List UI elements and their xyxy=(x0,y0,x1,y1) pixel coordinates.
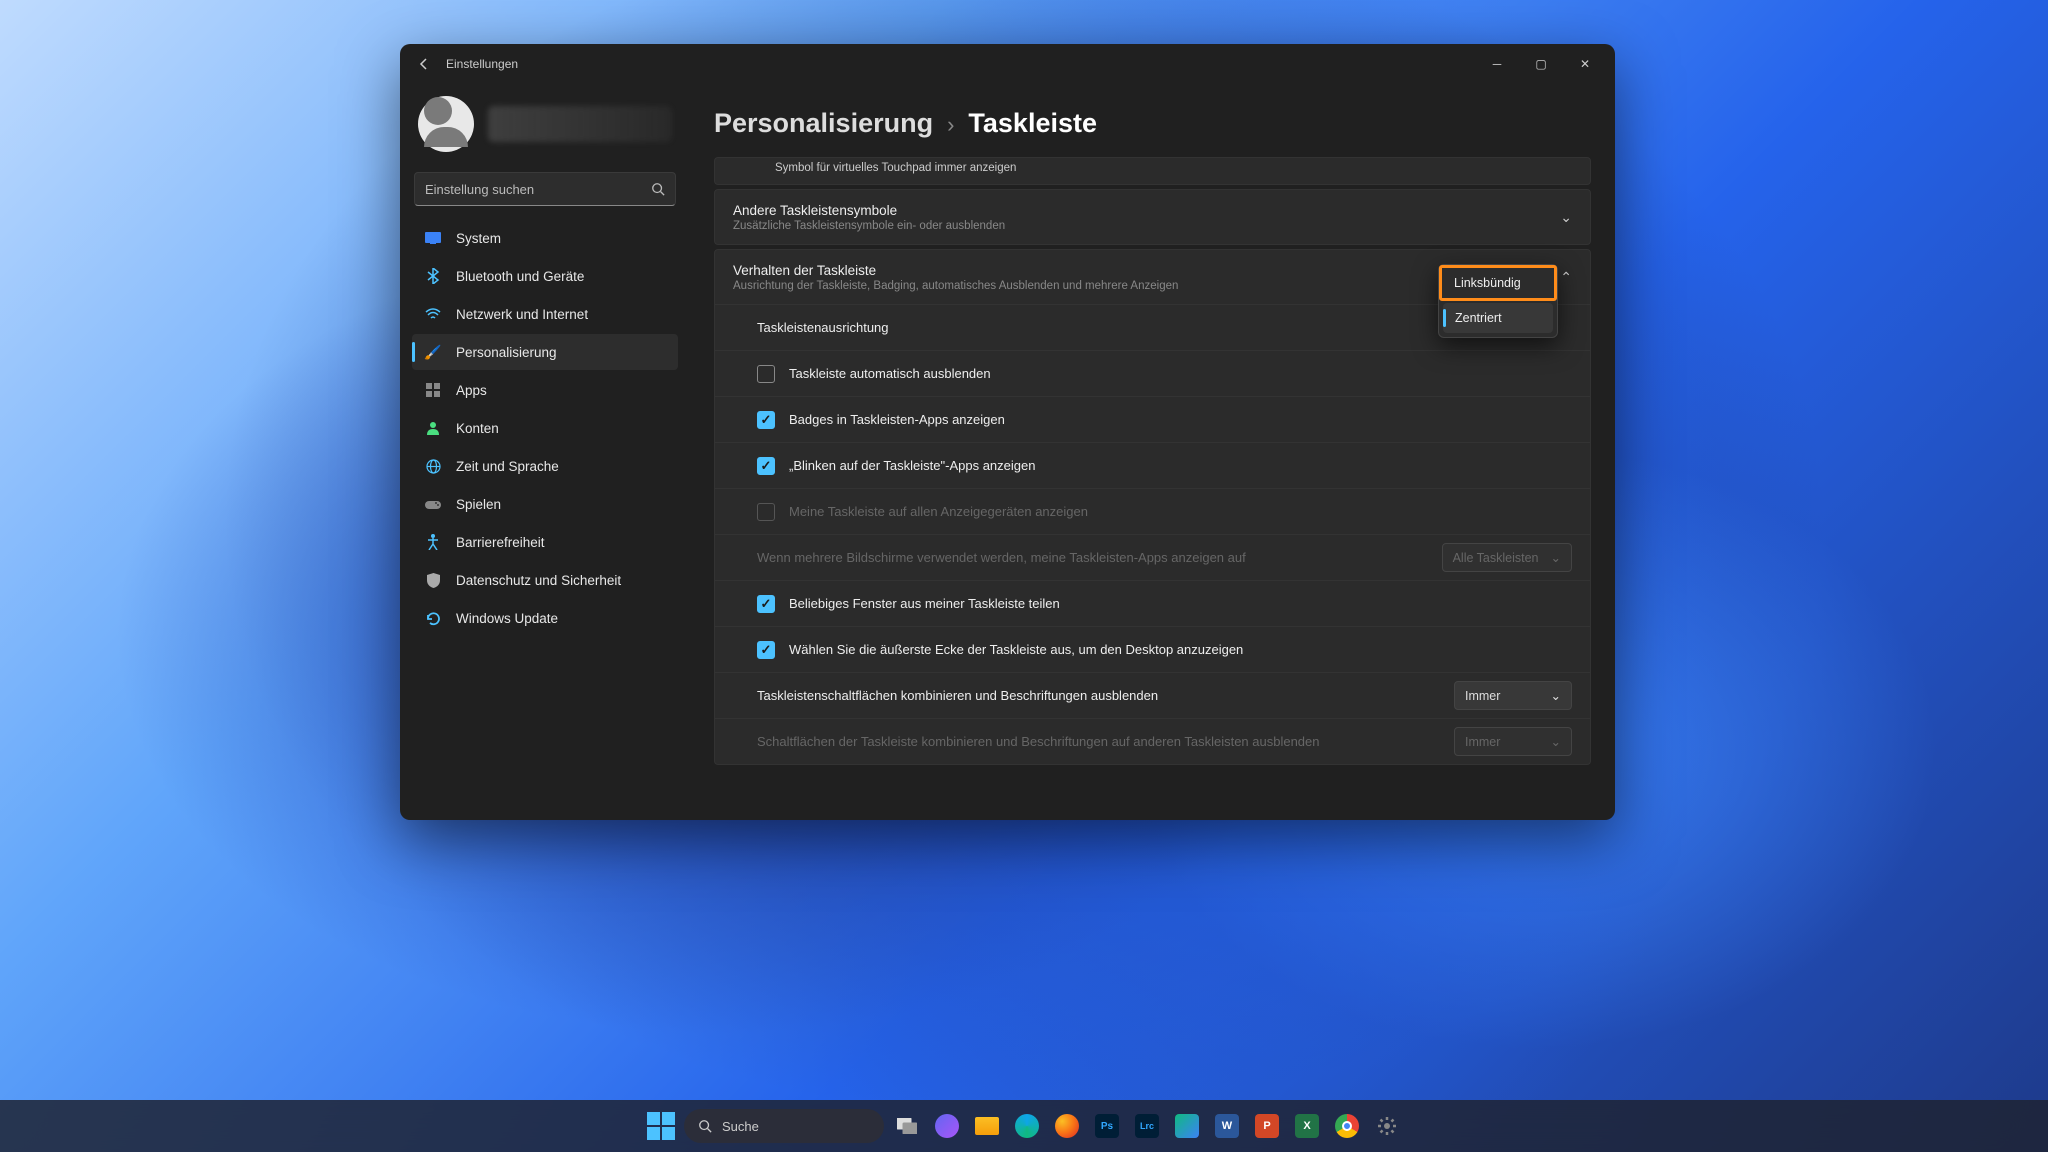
start-button[interactable] xyxy=(644,1109,678,1143)
app-icon-2[interactable] xyxy=(1170,1109,1204,1143)
settings-window: Einstellungen ─ ▢ ✕ System Bluetooth und… xyxy=(400,44,1615,820)
checkbox-checked[interactable]: ✓ xyxy=(757,595,775,613)
breadcrumb: Personalisierung › Taskleiste xyxy=(714,84,1591,157)
checkbox-checked[interactable]: ✓ xyxy=(757,641,775,659)
accessibility-icon xyxy=(424,533,442,551)
chevron-down-icon: ⌄ xyxy=(1560,209,1572,226)
nav-network[interactable]: Netzwerk und Internet xyxy=(412,296,678,332)
alignment-dropdown-menu: Linksbündig Zentriert xyxy=(1438,264,1558,338)
window-title: Einstellungen xyxy=(446,57,518,71)
avatar xyxy=(418,96,474,152)
edge-icon[interactable] xyxy=(1010,1109,1044,1143)
photoshop-icon[interactable]: Ps xyxy=(1090,1109,1124,1143)
checkbox-disabled xyxy=(757,503,775,521)
checkbox-checked[interactable]: ✓ xyxy=(757,457,775,475)
update-icon xyxy=(424,609,442,627)
search-input[interactable] xyxy=(425,182,651,197)
checkbox-checked[interactable]: ✓ xyxy=(757,411,775,429)
brush-icon: 🖌️ xyxy=(424,343,442,361)
taskbar[interactable]: Suche Ps Lrc W P X xyxy=(0,1100,2048,1152)
nav-system[interactable]: System xyxy=(412,220,678,256)
chrome-icon[interactable] xyxy=(1330,1109,1364,1143)
chevron-up-icon: ⌃ xyxy=(1560,269,1572,286)
nav-time-language[interactable]: Zeit und Sprache xyxy=(412,448,678,484)
firefox-icon[interactable] xyxy=(1050,1109,1084,1143)
word-icon[interactable]: W xyxy=(1210,1109,1244,1143)
breadcrumb-parent[interactable]: Personalisierung xyxy=(714,108,933,139)
flashing-row[interactable]: ✓ „Blinken auf der Taskleiste"-Apps anze… xyxy=(715,442,1590,488)
behavior-panel: Verhalten der Taskleiste Ausrichtung der… xyxy=(714,249,1591,765)
accounts-icon xyxy=(424,419,442,437)
nav-privacy[interactable]: Datenschutz und Sicherheit xyxy=(412,562,678,598)
multi-monitor-row: Wenn mehrere Bildschirme verwendet werde… xyxy=(715,534,1590,580)
nav-bluetooth[interactable]: Bluetooth und Geräte xyxy=(412,258,678,294)
combine-other-row: Schaltflächen der Taskleiste kombinieren… xyxy=(715,718,1590,764)
lightroom-icon[interactable]: Lrc xyxy=(1130,1109,1164,1143)
maximize-button[interactable]: ▢ xyxy=(1519,49,1563,79)
apps-icon xyxy=(424,381,442,399)
search-icon xyxy=(698,1119,712,1133)
search-box[interactable] xyxy=(414,172,676,206)
bluetooth-icon xyxy=(424,267,442,285)
checkbox[interactable] xyxy=(757,365,775,383)
nav-personalization[interactable]: 🖌️Personalisierung xyxy=(412,334,678,370)
alignment-option-left[interactable]: Linksbündig xyxy=(1442,268,1554,298)
close-button[interactable]: ✕ xyxy=(1563,49,1607,79)
chevron-down-icon: ⌄ xyxy=(1551,688,1561,703)
multi-monitor-dropdown: Alle Taskleisten ⌄ xyxy=(1442,543,1572,572)
task-view-icon[interactable] xyxy=(890,1109,924,1143)
powerpoint-icon[interactable]: P xyxy=(1250,1109,1284,1143)
minimize-button[interactable]: ─ xyxy=(1475,49,1519,79)
network-icon xyxy=(424,305,442,323)
combine-dropdown[interactable]: Immer ⌄ xyxy=(1454,681,1572,710)
chevron-right-icon: › xyxy=(947,112,954,138)
desktop-corner-row[interactable]: ✓ Wählen Sie die äußerste Ecke der Taskl… xyxy=(715,626,1590,672)
titlebar: Einstellungen ─ ▢ ✕ xyxy=(400,44,1615,84)
combine-other-dropdown: Immer ⌄ xyxy=(1454,727,1572,756)
shield-icon xyxy=(424,571,442,589)
file-explorer-icon[interactable] xyxy=(970,1109,1004,1143)
back-button[interactable] xyxy=(408,48,440,80)
all-displays-row: Meine Taskleiste auf allen Anzeigegeräte… xyxy=(715,488,1590,534)
search-icon xyxy=(651,182,665,196)
globe-icon xyxy=(424,457,442,475)
chevron-down-icon: ⌄ xyxy=(1551,734,1561,749)
nav-apps[interactable]: Apps xyxy=(412,372,678,408)
combine-row: Taskleistenschaltflächen kombinieren und… xyxy=(715,672,1590,718)
chevron-down-icon: ⌄ xyxy=(1551,550,1561,565)
badges-row[interactable]: ✓ Badges in Taskleisten-Apps anzeigen xyxy=(715,396,1590,442)
app-icon-1[interactable] xyxy=(930,1109,964,1143)
taskbar-search[interactable]: Suche xyxy=(684,1109,884,1143)
nav-windows-update[interactable]: Windows Update xyxy=(412,600,678,636)
alignment-option-center[interactable]: Zentriert xyxy=(1443,303,1553,333)
nav-list: System Bluetooth und Geräte Netzwerk und… xyxy=(408,220,682,636)
nav-accounts[interactable]: Konten xyxy=(412,410,678,446)
breadcrumb-current: Taskleiste xyxy=(968,108,1097,139)
excel-icon[interactable]: X xyxy=(1290,1109,1324,1143)
nav-accessibility[interactable]: Barrierefreiheit xyxy=(412,524,678,560)
share-window-row[interactable]: ✓ Beliebiges Fenster aus meiner Taskleis… xyxy=(715,580,1590,626)
content-area: Personalisierung › Taskleiste Symbol für… xyxy=(690,84,1615,820)
sidebar: System Bluetooth und Geräte Netzwerk und… xyxy=(400,84,690,820)
system-icon xyxy=(424,229,442,247)
gaming-icon xyxy=(424,495,442,513)
autohide-row[interactable]: Taskleiste automatisch ausblenden xyxy=(715,350,1590,396)
settings-icon[interactable] xyxy=(1370,1109,1404,1143)
touchpad-icon-row: Symbol für virtuelles Touchpad immer anz… xyxy=(714,157,1591,185)
other-icons-panel[interactable]: Andere Taskleistensymbole Zusätzliche Ta… xyxy=(714,189,1591,245)
profile-section[interactable] xyxy=(408,84,682,168)
nav-gaming[interactable]: Spielen xyxy=(412,486,678,522)
arrow-left-icon xyxy=(416,56,432,72)
profile-name-blurred xyxy=(488,106,672,142)
